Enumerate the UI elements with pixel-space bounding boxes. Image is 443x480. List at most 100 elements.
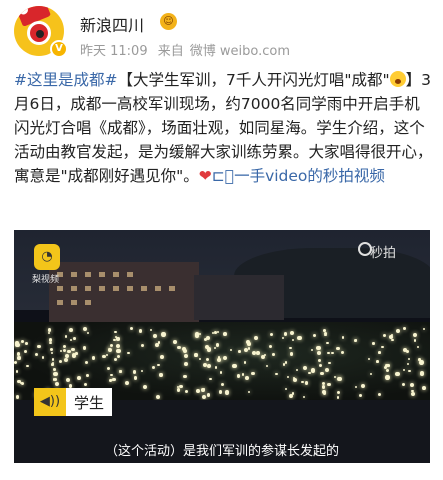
flashlight-dot: [85, 374, 89, 377]
flashlight-dot: [354, 339, 358, 343]
flashlight-dot: [130, 327, 134, 331]
flashlight-dot: [311, 349, 314, 352]
flashlight-dot: [155, 343, 160, 348]
flashlight-dot: [325, 367, 329, 372]
hashtag-link[interactable]: #这里是成都#: [14, 71, 117, 89]
flashlight-dot: [15, 370, 18, 373]
flashlight-dot: [272, 352, 276, 356]
flashlight-dot: [377, 393, 381, 397]
flashlight-dot: [360, 383, 365, 388]
flashlight-dot: [209, 377, 212, 381]
flashlight-dot: [243, 361, 247, 364]
flashlight-dot: [42, 356, 45, 359]
flashlight-dot: [219, 371, 222, 374]
post-source[interactable]: 微博 weibo.com: [190, 44, 290, 59]
flashlight-dot: [410, 382, 415, 388]
flashlight-dot: [251, 350, 256, 355]
flashlight-dot: [194, 332, 199, 337]
flashlight-dot: [340, 350, 344, 354]
flashlight-dot: [224, 390, 229, 395]
flashlight-dot: [354, 386, 357, 389]
flashlight-dot: [72, 337, 76, 341]
flashlight-dot: [157, 340, 161, 344]
flashlight-dot: [423, 327, 426, 331]
flashlight-dot: [184, 361, 189, 366]
flashlight-dot: [256, 351, 260, 355]
flashlight-dot: [173, 339, 178, 344]
flashlight-dot: [203, 337, 207, 342]
flashlight-dot: [304, 381, 309, 385]
flashlight-dot: [419, 360, 424, 365]
flashlight-dot: [251, 371, 255, 375]
flashlight-dot: [183, 353, 188, 358]
flashlight-dot: [247, 347, 250, 350]
flashlight-dot: [141, 370, 144, 373]
flashlight-dot: [77, 376, 82, 381]
flashlight-dot: [16, 352, 21, 356]
flashlight-dot: [324, 333, 327, 337]
flashlight-dot: [383, 365, 387, 370]
flashlight-dot: [290, 331, 295, 336]
flashlight-dot: [215, 343, 220, 347]
flashlight-dot: [292, 377, 297, 382]
flashlight-dot: [71, 347, 76, 352]
video-player[interactable]: ◔ 梨视频 秒拍 ◀)) 学生 （这个活动）是我们军训的参谋长发起的: [14, 230, 430, 463]
flashlight-dot: [185, 389, 189, 393]
flashlight-dot: [381, 345, 384, 348]
flashlight-dot: [106, 366, 111, 371]
flashlight-dot: [201, 394, 207, 399]
flashlight-dot: [337, 376, 342, 382]
flashlight-dot: [67, 349, 71, 354]
flashlight-dot: [110, 374, 113, 377]
flashlight-dot: [54, 381, 59, 386]
flashlight-dot: [230, 349, 233, 352]
flashlight-dot: [291, 392, 294, 395]
flashlight-dot: [295, 368, 298, 371]
flashlight-dot: [264, 353, 267, 357]
verified-badge-icon: V: [50, 40, 68, 58]
flashlight-dot: [297, 336, 302, 341]
flashlight-dot: [284, 387, 288, 391]
flashlight-dot: [107, 348, 111, 352]
flashlight-dot: [114, 358, 118, 362]
video-icon[interactable]: ⊏⃞: [212, 167, 234, 185]
flashlight-dot: [62, 344, 67, 348]
flashlight-dot: [286, 376, 289, 379]
flashlight-dot: [207, 364, 211, 369]
flashlight-dot: [159, 373, 163, 377]
flashlight-dot: [421, 386, 426, 391]
pear-video-logo-text: 梨视频: [32, 275, 60, 285]
flashlight-dot: [218, 390, 223, 395]
flashlight-dot: [247, 390, 250, 393]
flashlight-dot: [25, 364, 29, 368]
flashlight-dot: [50, 348, 54, 352]
flashlight-dot: [156, 395, 161, 400]
flashlight-dot: [124, 380, 129, 385]
flashlight-dot: [307, 371, 311, 375]
flashlight-dot: [358, 393, 362, 397]
flashlight-dot: [283, 332, 287, 336]
flashlight-dot: [407, 357, 411, 361]
flashlight-dot: [116, 337, 120, 341]
flashlight-dot: [368, 357, 371, 361]
video-link[interactable]: 一手video的秒拍视频: [234, 167, 385, 185]
flashlight-dot: [215, 366, 218, 369]
vip-smiley-icon[interactable]: ☺: [160, 13, 177, 30]
flashlight-dot: [316, 350, 322, 355]
account-name[interactable]: 新浪四川: [80, 12, 144, 36]
flashlight-dot: [132, 370, 137, 374]
video-building-2: [194, 275, 284, 320]
flashlight-dot: [291, 338, 295, 342]
flashlight-dot: [378, 351, 381, 354]
flashlight-dot: [221, 382, 225, 386]
flashlight-dot: [310, 368, 316, 373]
flashlight-dot: [312, 334, 316, 338]
flashlight-dot: [417, 345, 420, 348]
flashlight-dot: [60, 349, 63, 353]
flashlight-dot: [14, 361, 18, 365]
post-time: 昨天 11:09: [80, 44, 148, 59]
flashlight-dot: [196, 388, 200, 393]
flashlight-dot: [202, 387, 206, 390]
flashlight-dot: [386, 368, 390, 372]
flashlight-dot: [15, 342, 20, 348]
